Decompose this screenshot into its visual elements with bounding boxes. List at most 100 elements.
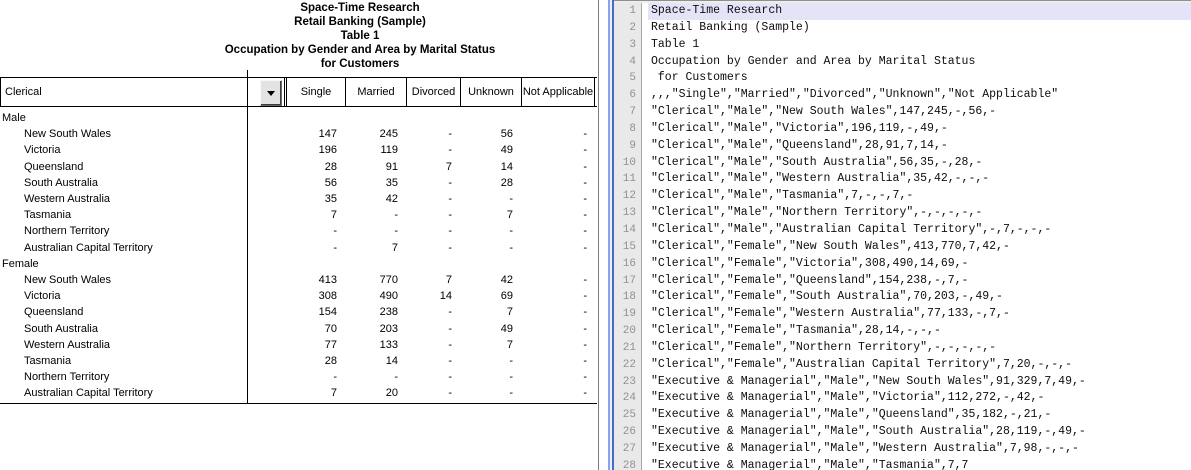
table-view-panel: Space-Time ResearchRetail Banking (Sampl… xyxy=(0,0,598,470)
cell-value: - xyxy=(521,223,587,239)
line-number: 11 xyxy=(614,171,641,188)
cell-value: 69 xyxy=(460,288,513,304)
code-line[interactable]: "Clerical","Male","Queensland",28,91,7,1… xyxy=(642,138,1191,155)
cell-value: 7 xyxy=(286,385,337,401)
code-line[interactable]: "Clerical","Female","Queensland",154,238… xyxy=(642,273,1191,290)
occupation-dropdown-value: Clerical xyxy=(5,86,42,98)
cell-value: - xyxy=(345,207,398,223)
cell-value: 133 xyxy=(345,337,398,353)
cell-value: 770 xyxy=(345,272,398,288)
code-line[interactable]: "Executive & Managerial","Male","Western… xyxy=(642,441,1191,458)
code-line[interactable]: "Executive & Managerial","Male","New Sou… xyxy=(642,374,1191,391)
cell-value: - xyxy=(521,369,587,385)
cell-value: 490 xyxy=(345,288,398,304)
code-line[interactable]: "Clerical","Female","Tasmania",28,14,-,-… xyxy=(642,323,1191,340)
cell-value: - xyxy=(286,223,337,239)
code-line[interactable]: "Clerical","Female","Northern Territory"… xyxy=(642,340,1191,357)
cell-value: - xyxy=(460,353,513,369)
row-label: Queensland xyxy=(24,304,83,320)
cell-value: - xyxy=(460,369,513,385)
panel-divider xyxy=(598,0,599,470)
group-row: Female xyxy=(0,256,597,272)
column-header: Single xyxy=(286,78,345,106)
table-row: Northern Territory----- xyxy=(0,369,597,385)
cell-value: 154 xyxy=(286,304,337,320)
cell-value: - xyxy=(406,321,452,337)
code-line[interactable]: Occupation by Gender and Area by Marital… xyxy=(642,54,1191,71)
row-label: Northern Territory xyxy=(24,223,109,239)
cell-value: 91 xyxy=(345,159,398,175)
line-number: 22 xyxy=(614,357,641,374)
line-number: 12 xyxy=(614,188,641,205)
cell-value: 7 xyxy=(345,240,398,256)
code-line[interactable]: "Clerical","Female","Australian Capital … xyxy=(642,357,1191,374)
table-row: Victoria196119-49- xyxy=(0,142,597,158)
table-row: Queensland154238-7- xyxy=(0,304,597,320)
code-line[interactable]: "Clerical","Male","Victoria",196,119,-,4… xyxy=(642,121,1191,138)
cell-value: - xyxy=(521,240,587,256)
code-line[interactable]: "Clerical","Female","South Australia",70… xyxy=(642,289,1191,306)
line-number: 24 xyxy=(614,390,641,407)
code-line[interactable]: Table 1 xyxy=(642,37,1191,54)
code-line[interactable]: "Executive & Managerial","Male","Queensl… xyxy=(642,407,1191,424)
row-label: Victoria xyxy=(24,288,60,304)
code-line[interactable]: "Clerical","Male","Tasmania",7,-,-,7,- xyxy=(642,188,1191,205)
row-label: Northern Territory xyxy=(24,369,109,385)
cell-value: - xyxy=(406,240,452,256)
code-line[interactable]: "Executive & Managerial","Male","Victori… xyxy=(642,390,1191,407)
cell-value: - xyxy=(521,207,587,223)
group-label: Female xyxy=(2,256,39,272)
table-row: Queensland2891714- xyxy=(0,159,597,175)
line-number: 10 xyxy=(614,155,641,172)
code-line[interactable]: "Clerical","Male","New South Wales",147,… xyxy=(642,104,1191,121)
occupation-dropdown-button[interactable] xyxy=(260,80,282,106)
code-line[interactable]: "Clerical","Female","Victoria",308,490,1… xyxy=(642,256,1191,273)
line-number: 23 xyxy=(614,374,641,391)
cell-value: 7 xyxy=(460,207,513,223)
table-row: Tasmania2814--- xyxy=(0,353,597,369)
code-line[interactable]: Retail Banking (Sample) xyxy=(642,20,1191,37)
code-line[interactable]: "Clerical","Male","Northern Territory",-… xyxy=(642,205,1191,222)
cell-value: 7 xyxy=(286,207,337,223)
cell-value: - xyxy=(521,337,587,353)
cell-value: 28 xyxy=(460,175,513,191)
code-line[interactable]: Space-Time Research xyxy=(642,3,1191,20)
row-label: Australian Capital Territory xyxy=(24,240,153,256)
code-line[interactable]: "Clerical","Male","South Australia",56,3… xyxy=(642,155,1191,172)
cell-value: - xyxy=(345,223,398,239)
code-line[interactable]: "Clerical","Female","Western Australia",… xyxy=(642,306,1191,323)
cell-value: 14 xyxy=(345,353,398,369)
cell-value: - xyxy=(521,353,587,369)
cell-value: - xyxy=(345,369,398,385)
line-number: 4 xyxy=(614,54,641,71)
cell-value: 56 xyxy=(286,175,337,191)
code-line[interactable]: "Clerical","Male","Western Australia",35… xyxy=(642,171,1191,188)
cell-value: - xyxy=(406,353,452,369)
cell-value: 28 xyxy=(286,353,337,369)
cell-value: - xyxy=(521,126,587,142)
code-line[interactable]: "Executive & Managerial","Male","South A… xyxy=(642,424,1191,441)
cell-value: 7 xyxy=(406,159,452,175)
code-line[interactable]: ,,,"Single","Married","Divorced","Unknow… xyxy=(642,87,1191,104)
code-area[interactable]: Space-Time ResearchRetail Banking (Sampl… xyxy=(642,3,1191,470)
cell-value: 49 xyxy=(460,321,513,337)
table-title-block: Space-Time ResearchRetail Banking (Sampl… xyxy=(60,1,660,71)
code-line[interactable]: "Clerical","Male","Australian Capital Te… xyxy=(642,222,1191,239)
csv-editor[interactable]: 1234567891011121314151617181920212223242… xyxy=(608,0,1191,470)
table-row: Northern Territory----- xyxy=(0,223,597,239)
line-number: 25 xyxy=(614,407,641,424)
line-number: 15 xyxy=(614,239,641,256)
table-title-line: Space-Time Research xyxy=(60,1,660,15)
row-label: Western Australia xyxy=(24,337,110,353)
cell-value: 413 xyxy=(286,272,337,288)
cell-value: 42 xyxy=(460,272,513,288)
code-line[interactable]: "Executive & Managerial","Male","Tasmani… xyxy=(642,458,1191,470)
cell-value: 7 xyxy=(460,337,513,353)
occupation-dropdown[interactable]: Clerical xyxy=(0,77,285,107)
code-line[interactable]: "Clerical","Female","New South Wales",41… xyxy=(642,239,1191,256)
code-line[interactable]: for Customers xyxy=(642,70,1191,87)
row-label: Queensland xyxy=(24,159,83,175)
cell-value: 308 xyxy=(286,288,337,304)
cell-value: 14 xyxy=(406,288,452,304)
cell-value: - xyxy=(521,159,587,175)
